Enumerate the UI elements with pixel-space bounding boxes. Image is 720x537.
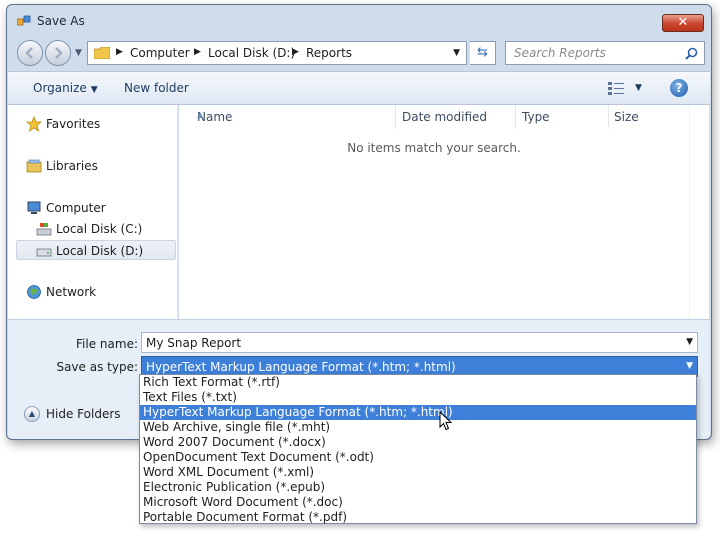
- organize-button[interactable]: Organize ▼: [33, 81, 98, 95]
- file-list[interactable]: Name ▲ Date modified Type Size No items …: [179, 105, 689, 319]
- vertical-scrollbar[interactable]: [689, 105, 709, 319]
- nav-item-label: Favorites: [46, 117, 101, 131]
- column-header-type[interactable]: Type: [516, 105, 609, 129]
- column-header-size[interactable]: Size: [609, 105, 689, 129]
- save-type-option[interactable]: Microsoft Word Document (*.doc): [140, 495, 696, 510]
- forward-button[interactable]: [45, 40, 71, 66]
- save-type-option[interactable]: Portable Document Format (*.pdf): [140, 510, 696, 525]
- nav-item-network[interactable]: Network: [8, 282, 178, 302]
- save-type-value: HyperText Markup Language Format (*.htm;…: [146, 360, 456, 374]
- title-bar[interactable]: Save As ✕: [7, 5, 711, 37]
- back-arrow-icon: [25, 47, 33, 59]
- nav-item-computer[interactable]: Computer: [8, 198, 178, 218]
- nav-item-label: Local Disk (D:): [56, 244, 144, 258]
- close-button[interactable]: ✕: [662, 14, 704, 32]
- chevron-down-icon[interactable]: ▼: [686, 337, 693, 347]
- refresh-icon: ⇆: [477, 45, 488, 60]
- save-type-option-selected[interactable]: HyperText Markup Language Format (*.htm;…: [140, 405, 696, 420]
- drive-icon: [36, 248, 52, 257]
- forward-arrow-icon: [55, 47, 63, 59]
- search-placeholder: Search Reports: [514, 46, 606, 60]
- save-type-option[interactable]: OpenDocument Text Document (*.odt): [140, 450, 696, 465]
- nav-item-libraries[interactable]: Libraries: [8, 156, 178, 176]
- breadcrumb-separator-icon[interactable]: ▶: [116, 47, 123, 57]
- save-type-option[interactable]: Word 2007 Document (*.docx): [140, 435, 696, 450]
- library-icon: [26, 159, 42, 173]
- chevron-down-icon[interactable]: ▼: [686, 361, 693, 371]
- window-title: Save As: [37, 14, 85, 28]
- chevron-down-icon: ▼: [90, 85, 98, 95]
- hide-folders-label: Hide Folders: [46, 407, 121, 421]
- search-input[interactable]: Search Reports: [505, 41, 705, 65]
- app-icon: [17, 15, 31, 26]
- nav-item-label: Network: [46, 285, 97, 299]
- address-bar[interactable]: ▶ Computer ▶ Local Disk (D:) ▶ Reports ▼: [87, 41, 467, 65]
- address-history-chevron-down-icon[interactable]: ▼: [453, 48, 460, 58]
- breadcrumb-separator-icon[interactable]: ▶: [194, 47, 201, 57]
- nav-item-label: Local Disk (C:): [56, 222, 143, 236]
- column-header-label: Size: [614, 110, 639, 124]
- refresh-button[interactable]: ⇆: [470, 41, 496, 65]
- nav-item-label: Computer: [46, 201, 106, 215]
- new-folder-button[interactable]: New folder: [124, 81, 189, 95]
- sort-ascending-icon: ▲: [197, 110, 204, 119]
- save-type-option[interactable]: Electronic Publication (*.epub): [140, 480, 696, 495]
- views-icon[interactable]: [608, 82, 624, 95]
- navigation-row: ▼ ▶ Computer ▶ Local Disk (D:) ▶ Reports…: [15, 40, 705, 66]
- save-type-dropdown-list[interactable]: Rich Text Format (*.rtf) Text Files (*.t…: [139, 374, 697, 524]
- search-icon[interactable]: [685, 47, 698, 60]
- navigation-pane: Favorites Libraries Computer Local Disk …: [8, 105, 178, 319]
- column-header-name[interactable]: Name ▲: [179, 105, 396, 129]
- breadcrumb-computer[interactable]: Computer: [130, 46, 190, 60]
- empty-folder-message: No items match your search.: [347, 141, 521, 155]
- help-icon[interactable]: ?: [670, 79, 688, 97]
- nav-item-label: Libraries: [46, 159, 98, 173]
- recent-pages-chevron-down-icon[interactable]: ▼: [75, 48, 82, 58]
- back-button[interactable]: [17, 40, 43, 66]
- star-icon: [26, 116, 42, 132]
- file-name-field[interactable]: My Snap Report ▼: [141, 332, 698, 353]
- breadcrumb-reports[interactable]: Reports: [306, 46, 352, 60]
- file-name-value: My Snap Report: [146, 336, 242, 350]
- save-type-option[interactable]: Rich Text Format (*.rtf): [140, 375, 696, 390]
- save-type-option[interactable]: Text Files (*.txt): [140, 390, 696, 405]
- save-type-option[interactable]: Word XML Document (*.xml): [140, 465, 696, 480]
- nav-item-local-disk-d[interactable]: Local Disk (D:): [16, 240, 176, 260]
- views-chevron-down-icon[interactable]: ▼: [635, 83, 642, 93]
- save-type-label: Save as type:: [56, 360, 138, 374]
- folder-icon: [94, 47, 110, 59]
- breadcrumb-separator-icon[interactable]: ▶: [292, 47, 299, 57]
- chevron-up-icon: ▲: [24, 406, 40, 422]
- file-name-label: File name:: [76, 337, 138, 351]
- computer-icon: [27, 201, 41, 214]
- organize-label: Organize: [33, 81, 87, 95]
- breadcrumb-local-disk-d[interactable]: Local Disk (D:): [208, 46, 295, 60]
- column-header-date-modified[interactable]: Date modified: [396, 105, 516, 129]
- nav-item-favorites[interactable]: Favorites: [8, 114, 178, 134]
- drive-icon: [36, 223, 52, 236]
- column-header-label: Type: [522, 110, 550, 124]
- network-icon: [27, 285, 41, 299]
- nav-item-local-disk-c[interactable]: Local Disk (C:): [8, 219, 178, 239]
- command-toolbar: Organize ▼ New folder ▼ ?: [8, 71, 710, 105]
- column-header-label: Date modified: [402, 110, 488, 124]
- save-type-option[interactable]: Web Archive, single file (*.mht): [140, 420, 696, 435]
- mouse-pointer-icon: [439, 411, 453, 431]
